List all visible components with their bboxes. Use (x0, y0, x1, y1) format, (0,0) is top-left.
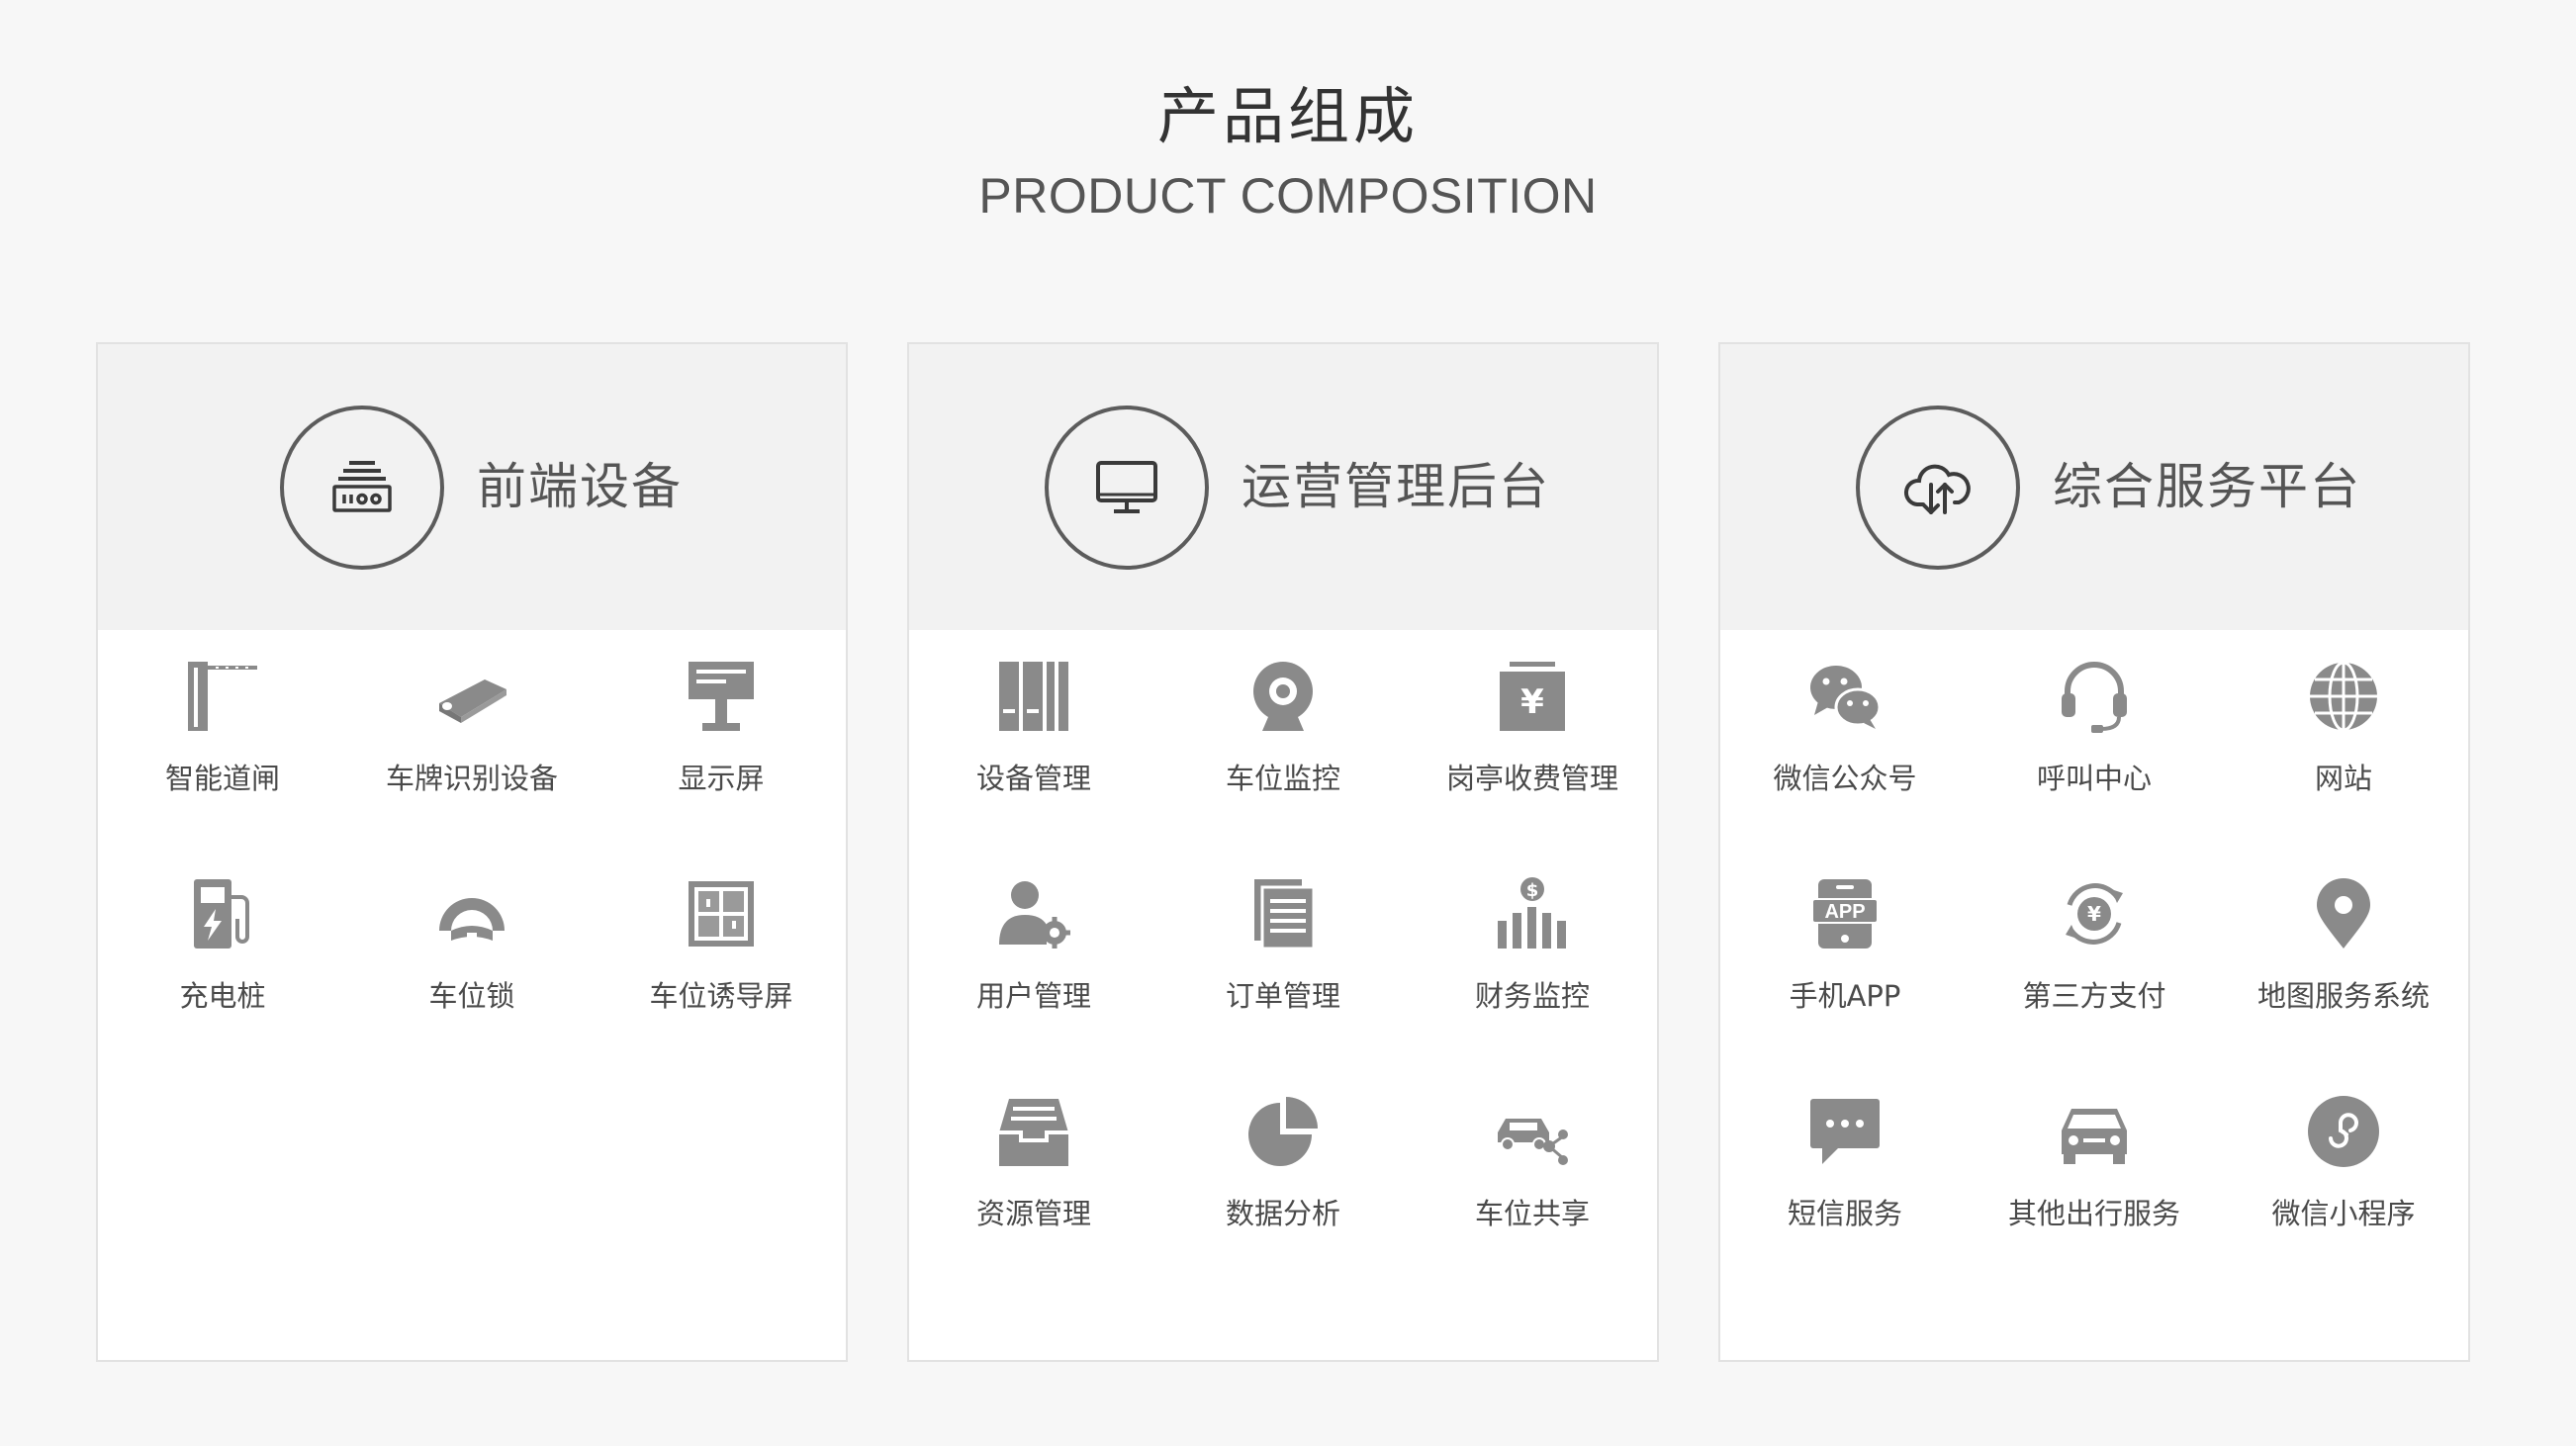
svg-text:¥: ¥ (1520, 682, 1544, 722)
mini-program-icon (2308, 1096, 2379, 1167)
item-label: 地图服务系统 (2256, 979, 2430, 1013)
item-space-monitoring[interactable]: 车位监控 (1158, 630, 1408, 828)
card-title: 运营管理后台 (1242, 458, 1550, 515)
item-finance-monitoring[interactable]: $ 财务监控 (1408, 848, 1657, 1045)
item-display-screen[interactable]: 显示屏 (597, 630, 846, 828)
item-label: 显示屏 (678, 762, 765, 795)
product-composition-page: 产品组成 PRODUCT COMPOSITION 前端设备 智能道闸 车牌识别设… (0, 0, 2576, 1446)
page-title: 产品组成 (1156, 80, 1419, 152)
item-map-service[interactable]: 地图服务系统 (2219, 848, 2468, 1045)
cloud-sync-icon (1856, 406, 2020, 570)
cash-box-icon: ¥ (1500, 662, 1565, 731)
item-label: 财务监控 (1474, 979, 1590, 1013)
item-call-center[interactable]: 呼叫中心 (1970, 630, 2219, 828)
card-operations-backend: 运营管理后台 设备管理 车位监控 ¥ 岗亭收费管理 用户管理 订单管理 $ 财务… (907, 342, 1659, 1362)
item-resource-management[interactable]: 资源管理 (909, 1065, 1158, 1263)
item-label: 微信小程序 (2271, 1197, 2416, 1230)
card-integrated-service-platform: 综合服务平台 微信公众号 呼叫中心 网站 APP 手机APP ¥ 第三方支付 地… (1718, 342, 2470, 1362)
item-label: 岗亭收费管理 (1445, 762, 1618, 795)
item-charging-pile[interactable]: 充电桩 (98, 848, 347, 1045)
wechat-icon (1810, 666, 1882, 729)
item-wechat-mini-program[interactable]: 微信小程序 (2219, 1065, 2468, 1263)
item-label: 车位锁 (428, 979, 515, 1013)
item-device-management[interactable]: 设备管理 (909, 630, 1158, 828)
item-barrier-gate[interactable]: 智能道闸 (98, 630, 347, 828)
item-other-travel-services[interactable]: 其他出行服务 (1970, 1065, 2219, 1263)
card-header: 运营管理后台 (909, 344, 1657, 630)
item-label: 手机APP (1789, 979, 1901, 1013)
item-third-party-payment[interactable]: ¥ 第三方支付 (1970, 848, 2219, 1045)
user-settings-icon (999, 881, 1070, 949)
item-website[interactable]: 网站 (2219, 630, 2468, 828)
item-label: 车牌识别设备 (385, 762, 558, 795)
webcam-icon (1253, 662, 1313, 731)
card-title: 综合服务平台 (2053, 458, 2361, 515)
sms-bubble-icon (1810, 1099, 1880, 1164)
svg-text:APP: APP (1824, 901, 1865, 923)
item-order-management[interactable]: 订单管理 (1158, 848, 1408, 1045)
page-subtitle: PRODUCT COMPOSITION (978, 168, 1598, 224)
svg-text:¥: ¥ (2087, 902, 2101, 926)
item-label: 微信公众号 (1773, 762, 1917, 795)
item-label: 智能道闸 (164, 762, 280, 795)
card-header: 前端设备 (98, 344, 846, 630)
order-document-icon (1254, 879, 1316, 950)
item-label: 呼叫中心 (2036, 762, 2152, 795)
item-label: 网站 (2314, 762, 2372, 795)
item-label: 车位监控 (1225, 762, 1340, 795)
item-label: 订单管理 (1225, 979, 1340, 1013)
payment-icon: ¥ (2066, 883, 2123, 945)
item-label: 用户管理 (975, 979, 1091, 1013)
item-mobile-app[interactable]: APP 手机APP (1720, 848, 1970, 1045)
parking-lock-icon (439, 898, 505, 941)
card-title: 前端设备 (477, 458, 683, 515)
item-space-sharing[interactable]: 车位共享 (1408, 1065, 1657, 1263)
item-user-management[interactable]: 用户管理 (909, 848, 1158, 1045)
display-sign-icon (689, 662, 754, 731)
pie-chart-icon (1248, 1097, 1318, 1166)
item-label: 其他出行服务 (2007, 1197, 2180, 1230)
item-guidance-screen[interactable]: 车位诱导屏 (597, 848, 846, 1045)
item-label: 车位共享 (1474, 1197, 1590, 1230)
barrier-gate-icon (188, 662, 257, 731)
item-sms-service[interactable]: 短信服务 (1720, 1065, 1970, 1263)
guidance-screen-icon (689, 881, 754, 947)
item-label: 数据分析 (1225, 1197, 1340, 1230)
item-data-analysis[interactable]: 数据分析 (1158, 1065, 1408, 1263)
car-share-icon (1498, 1119, 1568, 1165)
item-parking-lock[interactable]: 车位锁 (347, 848, 597, 1045)
item-label: 资源管理 (975, 1197, 1091, 1230)
globe-icon (2310, 661, 2377, 732)
item-label: 车位诱导屏 (649, 979, 793, 1013)
mobile-app-icon: APP (1811, 879, 1879, 949)
card-frontend-devices: 前端设备 智能道闸 车牌识别设备 显示屏 充电桩 车位锁 车位诱导屏 (96, 342, 848, 1362)
inbox-tray-icon (999, 1099, 1068, 1166)
finance-chart-icon: $ (1498, 877, 1566, 949)
item-booth-toll-management[interactable]: ¥ 岗亭收费管理 (1408, 630, 1657, 828)
headset-icon (2062, 662, 2127, 733)
device-binders-icon (999, 662, 1068, 731)
charging-pile-icon (194, 879, 249, 949)
svg-text:$: $ (1526, 880, 1539, 901)
map-pin-icon (2317, 878, 2370, 949)
card-header: 综合服务平台 (1720, 344, 2468, 630)
monitor-icon (1045, 406, 1209, 570)
item-label: 设备管理 (975, 762, 1091, 795)
item-label: 充电桩 (179, 979, 266, 1013)
car-front-icon (2062, 1109, 2127, 1164)
item-wechat-official-account[interactable]: 微信公众号 (1720, 630, 1970, 828)
gate-machine-icon (280, 406, 444, 570)
item-label: 第三方支付 (2022, 979, 2166, 1013)
item-plate-recognition[interactable]: 车牌识别设备 (347, 630, 597, 828)
camera-device-icon (439, 679, 506, 723)
item-label: 短信服务 (1787, 1197, 1902, 1230)
